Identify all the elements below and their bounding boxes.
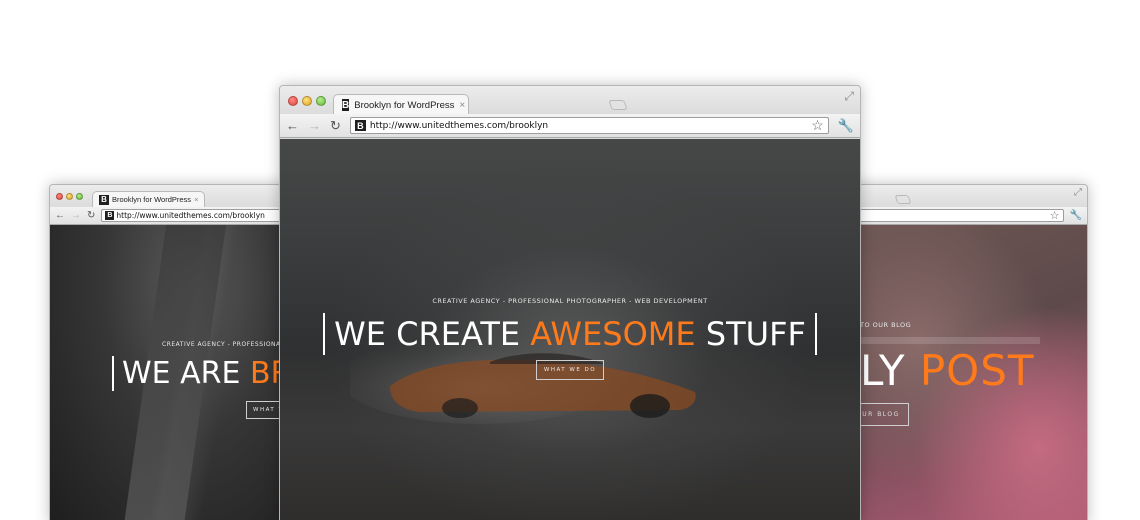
hero-text-right: TO OUR BLOG LY POST OUR BLOG xyxy=(846,321,1087,426)
url-text: http://www.unitedthemes.com/brooklyn xyxy=(369,120,549,131)
page-hero-center: CREATIVE AGENCY - PROFESSIONAL PHOTOGRAP… xyxy=(280,139,860,520)
minimize-window-button[interactable] xyxy=(66,193,73,200)
browser-window-right: ⤢ ☆ 🔧 TO OUR BLOG LY POST OUR BLOG xyxy=(845,184,1088,520)
close-window-button[interactable] xyxy=(56,193,63,200)
forward-button[interactable]: → xyxy=(71,210,81,221)
hero-headline: WE CREATE AWESOME STUFF xyxy=(323,313,817,355)
star-icon[interactable]: ☆ xyxy=(811,117,824,134)
browser-tab[interactable]: B Brooklyn for WordPress × xyxy=(92,191,206,207)
page-hero-left: CREATIVE AGENCY - PROFESSIONAL WE ARE BR… xyxy=(50,225,288,520)
minimize-window-button[interactable] xyxy=(302,96,312,106)
star-icon[interactable]: ☆ xyxy=(1050,209,1060,222)
headline-text: WE ARE xyxy=(122,356,251,391)
tab-close-icon[interactable]: × xyxy=(459,100,465,111)
headline-text-after: STUFF xyxy=(695,315,806,353)
zoom-window-button[interactable] xyxy=(316,96,326,106)
forward-button[interactable]: → xyxy=(308,118,321,133)
zoom-window-button[interactable] xyxy=(76,193,83,200)
new-tab-button[interactable] xyxy=(894,195,912,204)
site-favicon-icon: B xyxy=(354,120,366,131)
headline-accent: POST xyxy=(919,346,1035,395)
site-favicon-icon: B xyxy=(105,211,115,220)
fullscreen-icon[interactable]: ⤢ xyxy=(844,89,854,104)
new-tab-button[interactable] xyxy=(608,100,628,110)
tab-strip: ⤢ xyxy=(846,185,1087,207)
browser-window-center: B Brooklyn for WordPress × ⤢ ← → ↻ B htt… xyxy=(279,85,861,520)
headline-text: LY xyxy=(860,346,920,395)
wrench-icon[interactable]: 🔧 xyxy=(1070,210,1082,221)
hero-tagline: TO OUR BLOG xyxy=(860,321,912,329)
showcase-stage: B Brooklyn for WordPress × ← → ↻ B http:… xyxy=(0,0,1140,520)
browser-toolbar: ← → ↻ B http://www.unitedthemes.com/broo… xyxy=(280,114,860,138)
window-controls xyxy=(56,193,83,200)
tab-strip: B Brooklyn for WordPress × ⤢ xyxy=(280,86,860,115)
tab-close-icon[interactable]: × xyxy=(194,195,198,204)
tab-title: Brooklyn for WordPress xyxy=(112,195,192,204)
headline-accent: AWESOME xyxy=(530,315,696,353)
hero-headline: LY POST xyxy=(860,346,1035,395)
window-controls xyxy=(288,96,326,106)
headline-text-before: WE CREATE xyxy=(334,315,531,353)
brooklyn-favicon-icon: B xyxy=(342,99,350,111)
hero-headline: WE ARE BR xyxy=(112,356,288,391)
page-hero-right: TO OUR BLOG LY POST OUR BLOG xyxy=(846,225,1087,520)
reload-button[interactable]: ↻ xyxy=(330,118,341,134)
tab-title: Brooklyn for WordPress xyxy=(354,99,455,111)
url-text: http://www.unitedthemes.com/brooklyn xyxy=(116,211,265,220)
hero-tagline: CREATIVE AGENCY - PROFESSIONAL xyxy=(162,341,285,348)
address-bar[interactable]: ☆ xyxy=(846,209,1064,222)
back-button[interactable]: ← xyxy=(286,118,299,133)
browser-window-left: B Brooklyn for WordPress × ← → ↻ B http:… xyxy=(49,184,289,520)
close-window-button[interactable] xyxy=(288,96,298,106)
browser-toolbar: ☆ 🔧 xyxy=(846,207,1087,225)
reload-button[interactable]: ↻ xyxy=(87,210,95,221)
address-bar[interactable]: B http://www.unitedthemes.com/brooklyn xyxy=(101,209,288,222)
back-button[interactable]: ← xyxy=(55,210,65,221)
what-we-do-button[interactable]: WHAT WE DO xyxy=(535,360,605,380)
hero-text-center: CREATIVE AGENCY - PROFESSIONAL PHOTOGRAP… xyxy=(280,297,860,380)
address-bar[interactable]: B http://www.unitedthemes.com/brooklyn ☆ xyxy=(349,117,829,134)
wrench-icon[interactable]: 🔧 xyxy=(838,118,854,134)
hero-tagline: CREATIVE AGENCY - PROFESSIONAL PHOTOGRAP… xyxy=(432,297,708,305)
hero-text-left: CREATIVE AGENCY - PROFESSIONAL WE ARE BR… xyxy=(50,341,288,419)
divider-bar xyxy=(860,337,1040,344)
tab-strip: B Brooklyn for WordPress × xyxy=(50,185,288,207)
fullscreen-icon[interactable]: ⤢ xyxy=(1074,187,1082,198)
browser-tab[interactable]: B Brooklyn for WordPress × xyxy=(333,94,469,115)
browser-toolbar: ← → ↻ B http://www.unitedthemes.com/broo… xyxy=(50,207,288,225)
brooklyn-favicon-icon: B xyxy=(99,194,109,205)
